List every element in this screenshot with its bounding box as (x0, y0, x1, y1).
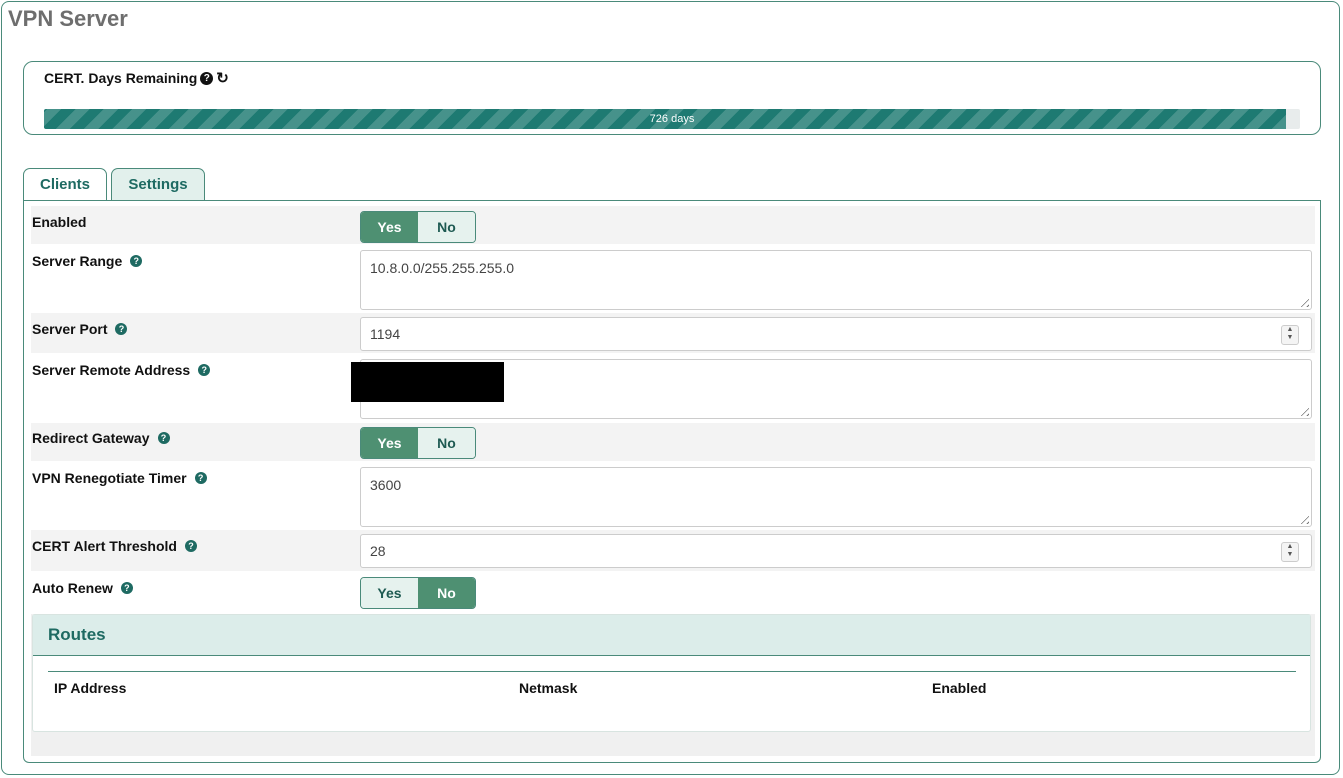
setting-row-server-range: Server Range ? 10.8.0.0/255.255.255.0 (31, 245, 1315, 313)
cert-progress-bar: 726 days (44, 109, 1300, 129)
server-remote-address-label-group: Server Remote Address ? (32, 362, 211, 378)
cert-alert-threshold-field[interactable]: 28 ▲ ▼ (360, 534, 1312, 568)
enabled-toggle[interactable]: Yes No (360, 211, 476, 243)
tab-clients[interactable]: Clients (23, 168, 107, 201)
cert-days-panel: CERT. Days Remaining ? ↻ 726 days (23, 61, 1321, 135)
enabled-no-button[interactable]: No (418, 212, 475, 242)
tab-settings[interactable]: Settings (111, 168, 205, 201)
column-header-enabled: Enabled (932, 680, 987, 696)
cert-alert-threshold-label: CERT Alert Threshold (32, 538, 177, 554)
help-icon[interactable]: ? (200, 71, 214, 85)
cert-days-label: CERT. Days Remaining (44, 70, 198, 86)
resize-grip-icon[interactable] (1297, 404, 1309, 416)
help-icon[interactable]: ? (157, 432, 170, 444)
routes-section: Routes IP Address Netmask Enabled (31, 614, 1315, 756)
renegotiate-timer-label: VPN Renegotiate Timer (32, 470, 187, 486)
setting-row-auto-renew: Auto Renew ? Yes No (31, 572, 1315, 612)
setting-row-cert-alert-threshold: CERT Alert Threshold ? 28 ▲ ▼ (31, 530, 1315, 571)
routes-divider (48, 671, 1296, 672)
enabled-label: Enabled (32, 214, 87, 230)
refresh-icon[interactable]: ↻ (216, 71, 229, 86)
number-spinner-icon[interactable]: ▲ ▼ (1281, 325, 1299, 345)
routes-card: Routes IP Address Netmask Enabled (32, 614, 1311, 732)
page-title: VPN Server (8, 6, 128, 31)
help-icon[interactable]: ? (120, 582, 133, 594)
redirect-gateway-label: Redirect Gateway (32, 430, 150, 446)
server-port-value: 1194 (370, 326, 401, 342)
redirect-gateway-no-button[interactable]: No (418, 428, 475, 458)
redaction-block (351, 362, 504, 402)
server-range-value: 10.8.0.0/255.255.255.0 (370, 260, 515, 276)
server-port-label: Server Port (32, 321, 108, 337)
routes-header: Routes (33, 615, 1310, 656)
redirect-gateway-label-group: Redirect Gateway ? (32, 430, 170, 446)
help-icon[interactable]: ? (194, 472, 207, 484)
setting-row-enabled: Enabled Yes No (31, 206, 1315, 244)
help-icon[interactable]: ? (115, 323, 128, 335)
number-spinner-icon[interactable]: ▲ ▼ (1281, 542, 1299, 562)
cert-alert-threshold-value: 28 (370, 543, 386, 559)
routes-title: Routes (48, 625, 106, 644)
redirect-gateway-toggle[interactable]: Yes No (360, 427, 476, 459)
renegotiate-timer-field[interactable]: 3600 (360, 467, 1312, 527)
resize-grip-icon[interactable] (1297, 512, 1309, 524)
server-range-field[interactable]: 10.8.0.0/255.255.255.0 (360, 250, 1312, 310)
help-icon[interactable]: ? (130, 255, 143, 267)
server-range-label-group: Server Range ? (32, 253, 143, 269)
enabled-yes-button[interactable]: Yes (361, 212, 418, 242)
resize-grip-icon[interactable] (1297, 295, 1309, 307)
server-port-field[interactable]: 1194 ▲ ▼ (360, 317, 1312, 351)
auto-renew-toggle[interactable]: Yes No (360, 577, 476, 609)
server-port-label-group: Server Port ? (32, 321, 128, 337)
auto-renew-no-button[interactable]: No (418, 578, 475, 608)
auto-renew-yes-button[interactable]: Yes (361, 578, 418, 608)
column-header-netmask: Netmask (519, 680, 578, 696)
auto-renew-label: Auto Renew (32, 580, 113, 596)
help-icon[interactable]: ? (184, 540, 197, 552)
server-range-label: Server Range (32, 253, 123, 269)
renegotiate-timer-label-group: VPN Renegotiate Timer ? (32, 470, 207, 486)
help-icon[interactable]: ? (198, 364, 211, 376)
cert-alert-threshold-label-group: CERT Alert Threshold ? (32, 538, 197, 554)
server-remote-address-label: Server Remote Address (32, 362, 191, 378)
auto-renew-label-group: Auto Renew ? (32, 580, 133, 596)
cert-days-label-group: CERT. Days Remaining ? ↻ (44, 70, 229, 86)
setting-row-renegotiate-timer: VPN Renegotiate Timer ? 3600 (31, 462, 1315, 530)
column-header-ip-address: IP Address (54, 680, 127, 696)
setting-row-redirect-gateway: Redirect Gateway ? Yes No (31, 423, 1315, 461)
cert-progress-text: 726 days (649, 113, 695, 125)
redirect-gateway-yes-button[interactable]: Yes (361, 428, 418, 458)
setting-row-server-port: Server Port ? 1194 ▲ ▼ (31, 313, 1315, 353)
renegotiate-timer-value: 3600 (370, 477, 402, 493)
setting-row-server-remote-address: Server Remote Address ? (31, 354, 1315, 422)
